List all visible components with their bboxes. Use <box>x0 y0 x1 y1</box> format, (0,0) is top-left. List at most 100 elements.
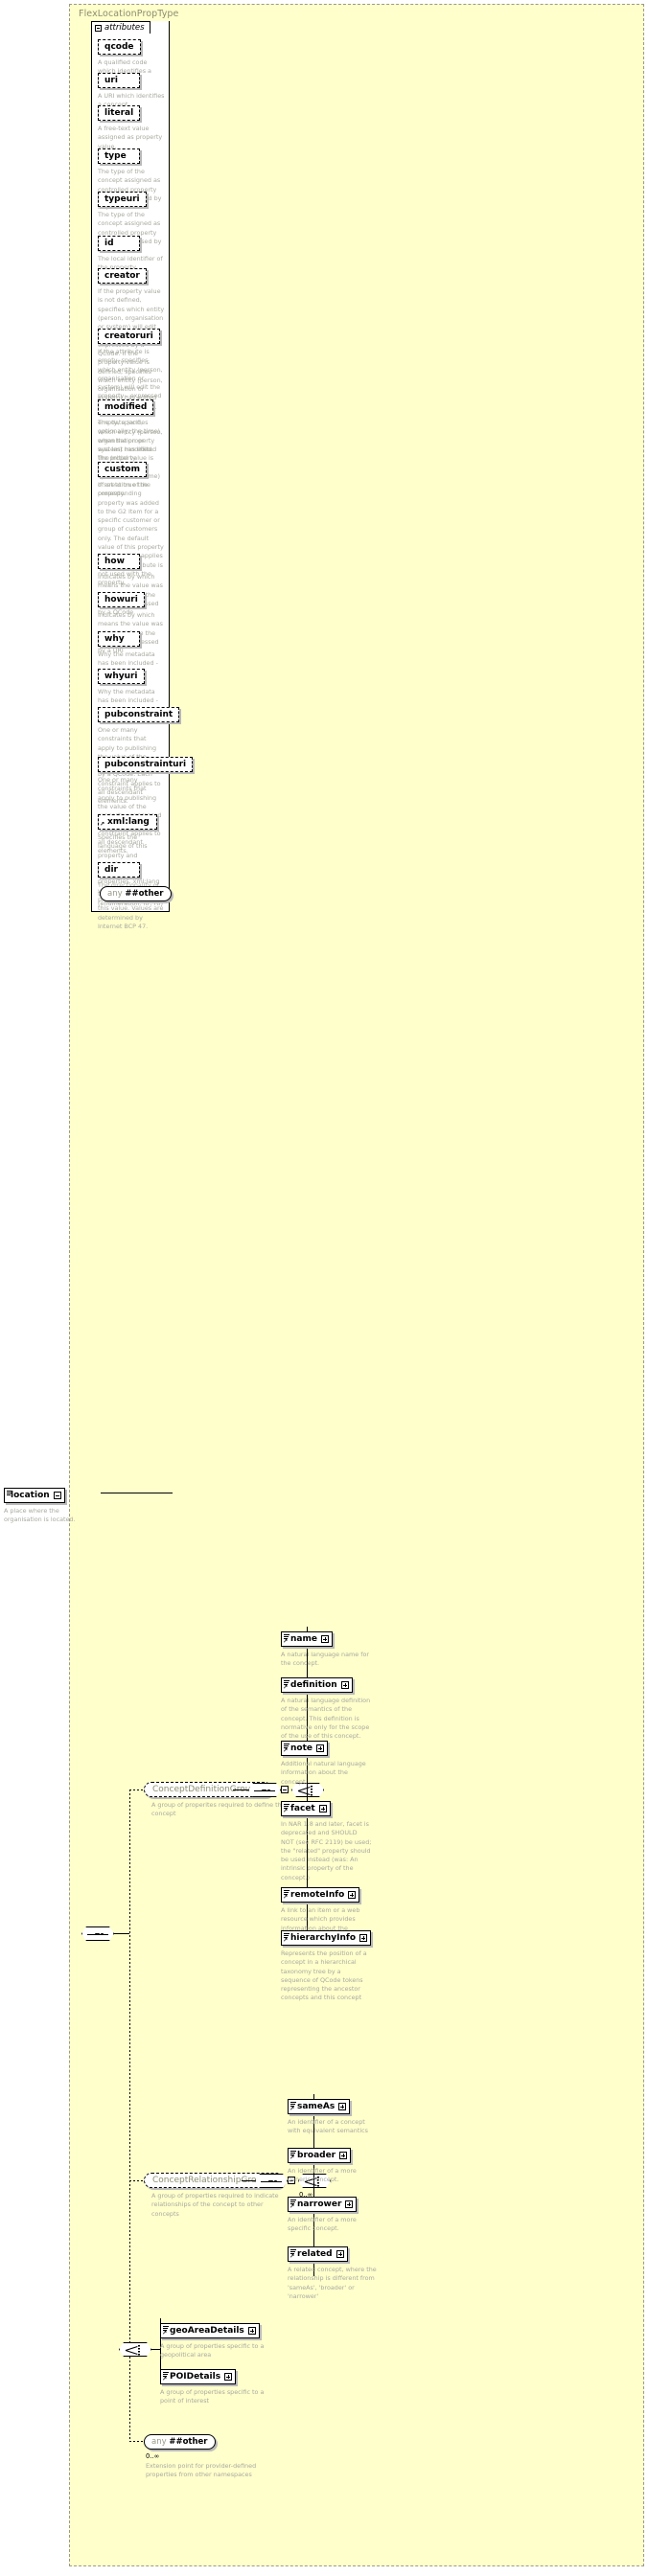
attribute-box[interactable]: pubconstraint <box>98 707 180 722</box>
expand-icon[interactable] <box>338 2103 347 2110</box>
expand-icon[interactable] <box>247 2327 256 2335</box>
element-box[interactable]: ↗ related <box>288 2246 348 2262</box>
element-sameAs[interactable]: ↗ sameAs An identifier of a concept with e… <box>288 2094 379 2136</box>
expand-icon[interactable] <box>224 2373 233 2381</box>
attribute-label: literal <box>104 108 134 118</box>
element-label: sameAs <box>297 2102 336 2111</box>
element-doc: A related concept, where the relationshi… <box>288 2266 377 2300</box>
attribute-box[interactable]: whyuri <box>98 669 145 684</box>
group0-sequence-compositor[interactable] <box>248 1783 281 1797</box>
attribute-label: uri <box>104 76 118 85</box>
element-broader[interactable]: ↗ broader An identifier of a more generic … <box>288 2143 379 2185</box>
attribute-label: id <box>104 239 114 248</box>
element-facet[interactable]: ↗ facet In NAR 1.8 and later, facet is dep… <box>281 1796 372 1882</box>
external-ref-arrow-icon: ↗ <box>283 1808 289 1814</box>
any-occurs: 0..∞ <box>146 2452 160 2460</box>
element-note[interactable]: ↗ note Additional natural language informa… <box>281 1736 372 1787</box>
element-doc: A natural language definition of the sem… <box>281 1697 371 1741</box>
element-hierarchyInfo[interactable]: ↗ hierarchyInfo Represents the position of… <box>281 1926 372 2003</box>
attribute-label: xml:lang <box>107 817 150 827</box>
element-box[interactable]: ↗ note <box>281 1741 328 1756</box>
expand-icon[interactable] <box>345 2200 354 2208</box>
attribute-box[interactable]: dir <box>98 862 140 878</box>
external-ref-arrow-icon: ↗ <box>162 2330 168 2337</box>
element-box[interactable]: ↗ POIDetails <box>160 2369 237 2384</box>
connector-main-seq-out <box>114 1933 129 1934</box>
attribute-box[interactable]: type <box>98 148 140 164</box>
attribute-box[interactable]: howuri <box>98 592 145 607</box>
attribute-box[interactable]: custom <box>98 462 147 477</box>
expand-icon[interactable] <box>339 2152 348 2159</box>
details-choice-compositor[interactable] <box>119 2342 151 2357</box>
element-box[interactable]: ↗ sameAs <box>288 2099 351 2114</box>
element-box[interactable]: ↗ definition <box>281 1677 353 1693</box>
element-related[interactable]: ↗ related A related concept, where the rel… <box>288 2242 379 2301</box>
element-box[interactable]: location <box>4 1488 65 1503</box>
expand-icon[interactable] <box>318 1805 327 1812</box>
root-element-location[interactable]: location A place where the organisation … <box>4 1483 95 1525</box>
attribute-label: creator <box>104 271 140 281</box>
element-definition[interactable]: ↗ definition A natural language definition… <box>281 1673 372 1741</box>
collapse-icon[interactable] <box>95 24 102 32</box>
choice-bar-icon <box>311 1786 312 1796</box>
element-doc: Represents the position of a concept in … <box>281 1949 367 2002</box>
attribute-label: howuri <box>104 595 138 604</box>
element-box[interactable]: ↗ narrower <box>288 2197 358 2212</box>
expand-icon[interactable] <box>320 1635 329 1643</box>
element-box[interactable]: ↗ broader <box>288 2148 352 2163</box>
group1-sequence-compositor[interactable] <box>255 2174 288 2188</box>
element-label: note <box>290 1744 312 1753</box>
element-box[interactable]: ↗ name <box>281 1631 333 1647</box>
element-label: hierarchyInfo <box>290 1933 357 1943</box>
element-name[interactable]: ↗ name A natural language name for the con… <box>281 1627 372 1669</box>
branch-concept-relationship <box>129 2180 144 2181</box>
any-other-attribute[interactable]: any ##other <box>100 886 172 901</box>
grp0-expand-icon[interactable] <box>281 1786 289 1793</box>
expand-icon[interactable] <box>316 1744 324 1752</box>
expand-icon[interactable] <box>359 1934 368 1942</box>
any-other-content[interactable]: any ##other <box>144 2434 216 2450</box>
expand-icon[interactable] <box>348 1891 357 1899</box>
attribute-label: why <box>104 634 125 644</box>
attribute-box[interactable]: creatoruri <box>98 329 160 344</box>
element-doc: An identifier of a more generic concept. <box>288 2167 357 2184</box>
element-narrower[interactable]: ↗ narrower An identifier of a more specifi… <box>288 2192 379 2234</box>
collapse-icon[interactable] <box>53 1492 61 1499</box>
attribute-box[interactable]: pubconstrainturi <box>98 757 194 772</box>
element-label: POIDetails <box>170 2372 221 2382</box>
attribute-box[interactable]: uri <box>98 73 140 88</box>
attribute-label: whyuri <box>104 672 138 681</box>
attribute-box[interactable]: id <box>98 236 140 251</box>
element-box[interactable]: ↗ facet <box>281 1801 331 1816</box>
element-box[interactable]: ↗ geoAreaDetails <box>160 2323 260 2338</box>
attribute-box[interactable]: typeuri <box>98 192 147 207</box>
connector-details <box>151 2349 160 2350</box>
attribute-box[interactable]: ↗ xml:lang <box>98 814 157 830</box>
element-label: facet <box>290 1804 315 1813</box>
element-label: related <box>297 2249 333 2259</box>
element-doc: A group of properties specific to a geop… <box>160 2342 265 2359</box>
expand-icon[interactable] <box>336 2250 344 2258</box>
external-ref-arrow-icon: ↗ <box>283 1894 289 1901</box>
expand-icon[interactable] <box>340 1681 349 1689</box>
element-box[interactable]: ↗ remoteInfo <box>281 1887 360 1903</box>
element-POIDetails[interactable]: ↗ POIDetails A group of properties specifi… <box>160 2364 266 2406</box>
attribute-box[interactable]: how <box>98 554 140 569</box>
attribute-box[interactable]: creator <box>98 268 147 284</box>
any-doc: Extension point for provider-defined pro… <box>146 2462 257 2479</box>
element-geoAreaDetails[interactable]: ↗ geoAreaDetails A group of properties spe… <box>160 2318 266 2360</box>
any-prefix-label: any <box>107 889 123 899</box>
attribute-label: typeuri <box>104 194 140 204</box>
attribute-box[interactable]: modified <box>98 399 154 415</box>
external-ref-arrow-icon: ↗ <box>283 1638 289 1645</box>
attribute-box[interactable]: qcode <box>98 39 141 55</box>
element-label: narrower <box>297 2200 342 2209</box>
element-box[interactable]: ↗ hierarchyInfo <box>281 1930 372 1946</box>
attribute-label: pubconstraint <box>104 710 174 719</box>
attributes-tab[interactable]: attributes <box>91 21 150 34</box>
attribute-box[interactable]: literal <box>98 105 141 121</box>
group-concept-relationship-doc: A group of properties required to indica… <box>151 2192 279 2218</box>
attribute-box[interactable]: why <box>98 631 140 647</box>
main-sequence-compositor[interactable] <box>81 1926 114 1941</box>
root-element-label: location <box>11 1491 50 1500</box>
